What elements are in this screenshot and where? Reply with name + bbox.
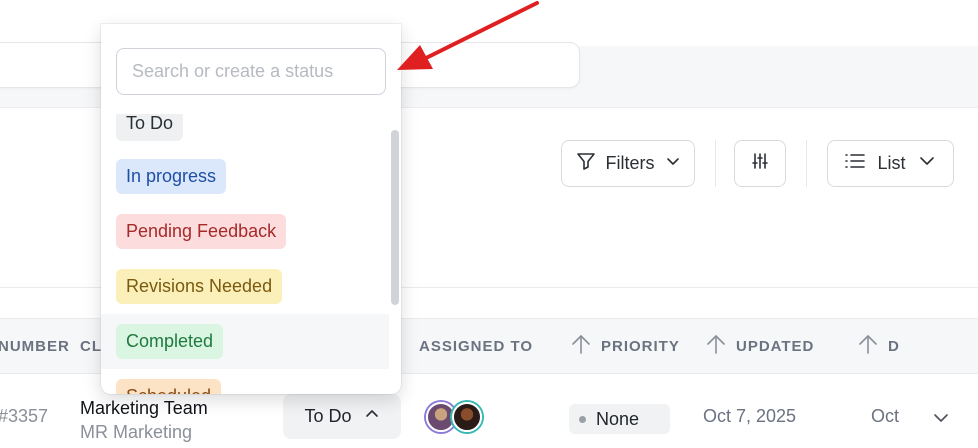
column-header-updated[interactable]: UPDATED (706, 319, 814, 373)
status-option-list[interactable]: To Do In progress Pending Feedback Revis… (101, 106, 401, 394)
status-chip: Completed (116, 324, 224, 359)
column-header-assigned[interactable]: ASSIGNED TO (419, 319, 533, 373)
status-chip: Scheduled (116, 379, 222, 394)
toolbar-divider (715, 140, 716, 187)
status-select-button[interactable]: To Do (283, 394, 401, 439)
sliders-icon (751, 152, 769, 175)
chevron-down-icon (918, 153, 936, 174)
column-label: NUMBER (0, 337, 70, 355)
list-icon (845, 152, 866, 175)
priority-badge[interactable]: None (569, 404, 670, 434)
list-label: List (877, 153, 906, 173)
filters-button[interactable]: Filters (561, 140, 695, 187)
column-header-due[interactable]: D (858, 319, 900, 373)
funnel-icon (576, 151, 596, 176)
status-option-scheduled[interactable]: Scheduled (101, 369, 389, 394)
adjust-columns-button[interactable] (734, 140, 786, 187)
status-chip: In progress (116, 159, 227, 194)
sort-arrow-up-icon (706, 333, 726, 359)
client-cell: Marketing Team MR Marketing (80, 396, 208, 444)
status-option-completed[interactable]: Completed (101, 314, 389, 369)
column-label: D (888, 337, 900, 355)
column-label: CL (80, 337, 102, 355)
assignee-avatars[interactable] (426, 402, 486, 434)
filters-label: Filters (605, 153, 655, 173)
ticket-number: #3357 (0, 406, 49, 426)
chevron-down-icon[interactable] (932, 410, 950, 431)
client-company: MR Marketing (80, 422, 193, 442)
client-name: Marketing Team (80, 398, 208, 418)
column-label: PRIORITY (601, 337, 680, 355)
status-chip: Revisions Needed (116, 269, 283, 304)
status-option-in-progress[interactable]: In progress (101, 149, 389, 204)
priority-dot (579, 415, 586, 423)
due-date: Oct (871, 406, 900, 426)
view-list-button[interactable]: List (827, 140, 954, 187)
chevron-up-icon (364, 406, 380, 427)
status-option-pending-feedback[interactable]: Pending Feedback (101, 204, 389, 259)
status-label: To Do (304, 406, 352, 426)
sort-arrow-up-icon (858, 333, 878, 359)
sort-arrow-up-icon (571, 333, 591, 359)
priority-label: None (596, 408, 640, 429)
updated-date: Oct 7, 2025 (703, 406, 797, 426)
status-search-input[interactable] (116, 48, 386, 95)
status-option-revisions-needed[interactable]: Revisions Needed (101, 259, 389, 314)
status-search-area (101, 24, 401, 114)
column-label: UPDATED (736, 337, 815, 355)
column-header-number[interactable]: NUMBER (0, 319, 70, 373)
column-label: ASSIGNED TO (419, 337, 534, 355)
status-dropdown: To Do In progress Pending Feedback Revis… (101, 24, 401, 394)
chevron-down-icon (665, 153, 681, 174)
dropdown-scrollbar[interactable] (391, 130, 399, 305)
column-header-client[interactable]: CL (80, 319, 102, 373)
status-chip: Pending Feedback (116, 214, 287, 249)
avatar[interactable] (452, 402, 482, 432)
toolbar-divider (806, 140, 807, 187)
column-header-priority[interactable]: PRIORITY (571, 319, 680, 373)
